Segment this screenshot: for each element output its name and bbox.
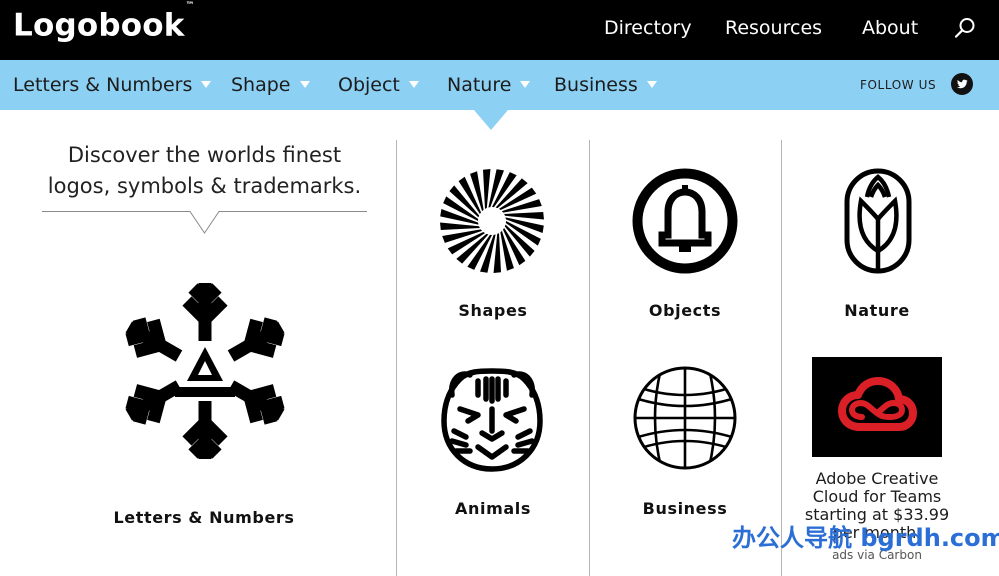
nav-resources[interactable]: Resources — [725, 15, 822, 41]
tile-label-animals[interactable]: Animals — [398, 499, 588, 519]
tagline-divider — [42, 211, 367, 234]
sunburst-ray — [504, 212, 544, 220]
follow-us-label: FOLLOW US — [860, 78, 937, 92]
tile-label-nature[interactable]: Nature — [782, 301, 972, 321]
column-divider — [396, 140, 397, 576]
search-icon[interactable] — [954, 17, 976, 39]
creative-cloud-icon — [838, 377, 917, 431]
ad-line: Cloud for Teams — [812, 487, 942, 506]
sunburst-icon[interactable] — [439, 168, 545, 274]
sunburst-ray — [483, 169, 491, 209]
tagline-line-1: Discover the worlds finest — [67, 143, 342, 167]
tile-label-business[interactable]: Business — [590, 499, 780, 519]
category-label: Shape — [231, 74, 291, 96]
caret-down-icon — [201, 81, 212, 88]
featured-label[interactable]: Letters & Numbers — [104, 508, 304, 528]
top-bar: Logobook™ Directory Resources About — [0, 0, 999, 60]
nav-about[interactable]: About — [862, 15, 918, 41]
caret-down-icon — [299, 81, 310, 88]
ad-line: starting at $33.99 — [804, 505, 950, 524]
nav-directory[interactable]: Directory — [604, 15, 692, 41]
sunburst-ray — [493, 233, 501, 273]
tagline-line-2: logos, symbols & trademarks. — [47, 174, 362, 198]
site-logo[interactable]: Logobook™ — [13, 1, 195, 45]
intro-tagline: Discover the worlds finest logos, symbol… — [42, 140, 367, 202]
tile-label-shapes[interactable]: Shapes — [398, 301, 588, 321]
globe-icon[interactable] — [632, 365, 738, 471]
category-label: Nature — [447, 74, 512, 96]
tile-label-objects[interactable]: Objects — [590, 301, 780, 321]
site-watermark: 办公人导航 bgrdh.com — [732, 524, 999, 552]
ad-line: Adobe Creative — [815, 469, 939, 488]
category-label: Business — [554, 74, 638, 96]
snowflake-a-icon[interactable] — [102, 282, 308, 460]
column-divider — [781, 140, 782, 576]
ad-image[interactable] — [812, 357, 942, 457]
logo-text: Logobook — [13, 7, 185, 44]
bell-icon[interactable] — [632, 168, 738, 274]
caret-down-icon — [520, 81, 531, 88]
category-nature[interactable]: Nature — [447, 72, 531, 98]
active-section-notch — [474, 110, 508, 130]
category-bar: Letters & Numbers Shape Object Nature Bu… — [0, 60, 999, 110]
category-label: Letters & Numbers — [13, 74, 193, 96]
category-shape[interactable]: Shape — [231, 72, 310, 98]
caret-down-icon — [408, 81, 419, 88]
caret-down-icon — [646, 81, 657, 88]
twitter-icon[interactable] — [951, 73, 973, 95]
logo-trademark: ™ — [185, 1, 195, 11]
category-business[interactable]: Business — [554, 72, 657, 98]
tulip-icon[interactable] — [843, 167, 913, 275]
category-letters-numbers[interactable]: Letters & Numbers — [13, 72, 212, 98]
sunburst-ray — [440, 222, 480, 230]
tiger-icon[interactable] — [438, 365, 546, 473]
category-object[interactable]: Object — [338, 72, 419, 98]
category-label: Object — [338, 74, 400, 96]
